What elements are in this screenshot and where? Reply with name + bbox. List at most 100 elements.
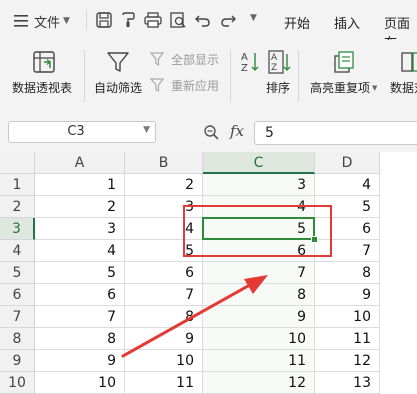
cell-d6[interactable]: 9: [315, 284, 380, 306]
cell-c8[interactable]: 10: [203, 328, 315, 350]
tab-home[interactable]: 开始: [284, 13, 310, 32]
file-menu[interactable]: 文件 ▼: [14, 11, 70, 31]
cell-d10[interactable]: 13: [315, 372, 380, 394]
auto-filter-button[interactable]: 自动筛选: [92, 48, 144, 104]
show-all-button[interactable]: 全部显示: [150, 50, 219, 68]
cell-a4[interactable]: 4: [35, 240, 125, 262]
cell-c3[interactable]: 5: [203, 218, 315, 240]
chevron-down-icon: ▼: [63, 16, 70, 26]
svg-text:A: A: [271, 53, 278, 63]
cell-d1[interactable]: 4: [315, 174, 380, 196]
formula-input[interactable]: 5: [254, 121, 417, 145]
sort-button[interactable]: A Z A Z 排序: [236, 48, 296, 104]
cell-a3[interactable]: 3: [35, 218, 125, 240]
cell-a2[interactable]: 2: [35, 196, 125, 218]
select-all-corner[interactable]: [0, 152, 35, 174]
auto-filter-label: 自动筛选: [94, 81, 143, 95]
sort-ascending-icon: A Z: [241, 52, 259, 74]
cell-d2[interactable]: 5: [315, 196, 380, 218]
cell-b4[interactable]: 5: [125, 240, 203, 262]
row-header-3[interactable]: 3: [0, 218, 35, 240]
row-header-9[interactable]: 9: [0, 350, 35, 372]
cell-d3[interactable]: 6: [315, 218, 380, 240]
format-painter-icon[interactable]: [118, 11, 138, 29]
row-header-1[interactable]: 1: [0, 174, 35, 196]
row-header-6[interactable]: 6: [0, 284, 35, 306]
row-header-5[interactable]: 5: [0, 262, 35, 284]
cell-c9[interactable]: 11: [203, 350, 315, 372]
row-header-2[interactable]: 2: [0, 196, 35, 218]
cell-d8[interactable]: 11: [315, 328, 380, 350]
cell-a5[interactable]: 5: [35, 262, 125, 284]
cell-d9[interactable]: 12: [315, 350, 380, 372]
ribbon-divider: [298, 50, 299, 102]
row-header-4[interactable]: 4: [0, 240, 35, 262]
fx-button[interactable]: fx: [230, 122, 244, 140]
data-compare-button[interactable]: 数据对: [388, 48, 417, 104]
menu-divider: [86, 10, 87, 30]
cell-a1[interactable]: 1: [35, 174, 125, 196]
highlight-duplicates-button[interactable]: 高亮重复项 ▼: [306, 48, 382, 104]
cell-c10[interactable]: 12: [203, 372, 315, 394]
pivot-table-button[interactable]: 数据透视表: [10, 48, 76, 104]
cell-b6[interactable]: 7: [125, 284, 203, 306]
svg-text:A: A: [241, 52, 248, 63]
cell-b2[interactable]: 3: [125, 196, 203, 218]
chevron-down-icon: ▼: [372, 83, 378, 92]
hamburger-icon: [14, 15, 28, 27]
svg-text:Z: Z: [241, 63, 248, 74]
sort-label: 排序: [266, 81, 291, 95]
row-header-7[interactable]: 7: [0, 306, 35, 328]
undo-icon[interactable]: [193, 11, 213, 29]
svg-text:Z: Z: [271, 63, 277, 73]
highlight-duplicates-icon: [334, 51, 354, 73]
zoom-icon[interactable]: [203, 124, 221, 142]
row-header-8[interactable]: 8: [0, 328, 35, 350]
name-box-value: C3: [67, 124, 85, 139]
cell-d7[interactable]: 10: [315, 306, 380, 328]
row-header-10[interactable]: 10: [0, 372, 35, 394]
cell-b3[interactable]: 4: [125, 218, 203, 240]
cell-d5[interactable]: 8: [315, 262, 380, 284]
cell-b1[interactable]: 2: [125, 174, 203, 196]
cell-c4[interactable]: 6: [203, 240, 315, 262]
cell-a9[interactable]: 9: [35, 350, 125, 372]
tab-insert[interactable]: 插入: [334, 13, 360, 32]
cell-a6[interactable]: 6: [35, 284, 125, 306]
redo-icon[interactable]: [218, 11, 238, 29]
column-header-c[interactable]: C: [203, 152, 315, 174]
ribbon-divider: [230, 50, 231, 102]
cell-c1[interactable]: 3: [203, 174, 315, 196]
cell-c7[interactable]: 9: [203, 306, 315, 328]
column-header-b[interactable]: B: [125, 152, 203, 174]
sort-custom-icon: A Z: [268, 50, 291, 74]
data-compare-label: 数据对: [390, 81, 417, 95]
ribbon-divider: [84, 50, 85, 102]
fill-handle[interactable]: [311, 236, 318, 243]
column-header-a[interactable]: A: [35, 152, 125, 174]
name-box[interactable]: C3 ▼: [8, 121, 156, 143]
cell-b9[interactable]: 10: [125, 350, 203, 372]
cell-b7[interactable]: 8: [125, 306, 203, 328]
cell-a7[interactable]: 7: [35, 306, 125, 328]
cell-b5[interactable]: 6: [125, 262, 203, 284]
cell-a8[interactable]: 8: [35, 328, 125, 350]
print-icon[interactable]: [143, 11, 163, 29]
file-menu-label: 文件: [34, 15, 61, 31]
highlight-duplicates-label: 高亮重复项 ▼: [310, 79, 377, 96]
cell-b10[interactable]: 11: [125, 372, 203, 394]
save-icon[interactable]: [94, 11, 114, 29]
cell-c5[interactable]: 7: [203, 262, 315, 284]
pivot-table-label: 数据透视表: [12, 81, 73, 95]
cell-c6[interactable]: 8: [203, 284, 315, 306]
cell-c2[interactable]: 4: [203, 196, 315, 218]
filter-clear-icon: [150, 52, 165, 67]
data-compare-icon: [401, 52, 417, 72]
column-header-d[interactable]: D: [315, 152, 380, 174]
reapply-button[interactable]: 重新应用: [150, 76, 219, 94]
quick-access-dropdown-icon[interactable]: ▼: [250, 13, 257, 23]
print-preview-icon[interactable]: [168, 11, 188, 29]
cell-b8[interactable]: 9: [125, 328, 203, 350]
cell-a10[interactable]: 10: [35, 372, 125, 394]
cell-d4[interactable]: 7: [315, 240, 380, 262]
